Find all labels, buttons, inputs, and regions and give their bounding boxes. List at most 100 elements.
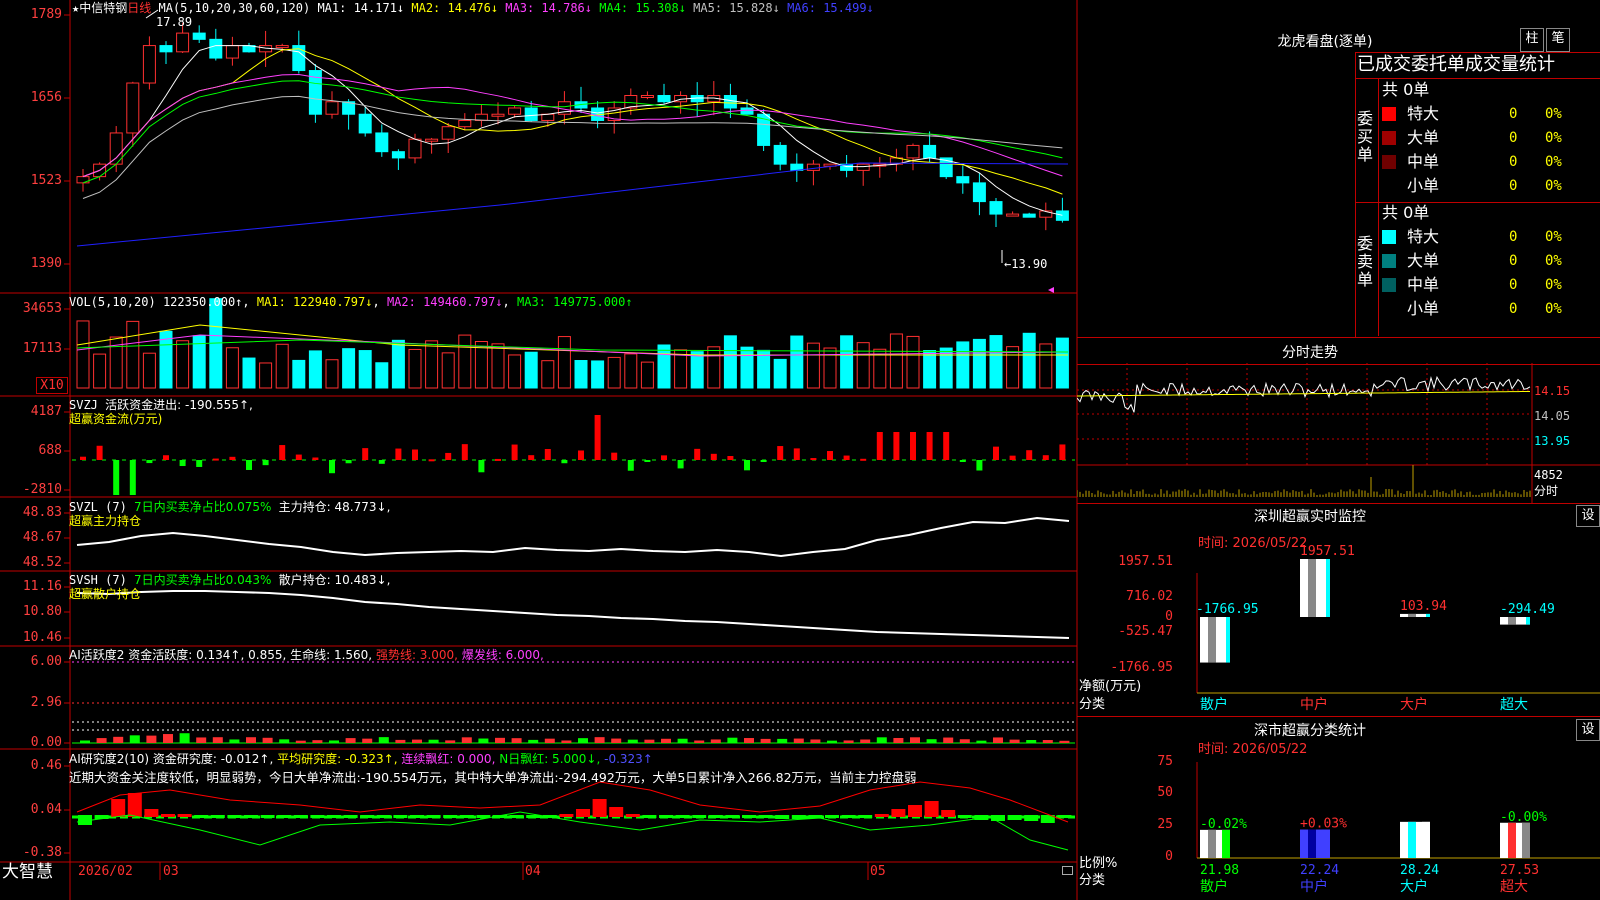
activity-bar <box>993 737 1003 743</box>
research-bar <box>376 815 391 818</box>
research-bar <box>360 815 375 818</box>
research-bar <box>161 814 175 817</box>
research-bar <box>227 815 242 818</box>
order-size-label: 特大 <box>1407 227 1440 246</box>
activity-bar <box>428 739 439 743</box>
volume-bar <box>259 362 273 389</box>
candle-body <box>906 144 920 159</box>
candle-body <box>325 101 339 115</box>
research-bar <box>841 815 856 818</box>
intraday-axis-3: 13.95 <box>1534 434 1571 448</box>
fund-bar <box>312 457 319 460</box>
activity-bar <box>113 736 124 743</box>
research-bar <box>858 815 873 818</box>
price-low-label: ←13.90 <box>1004 257 1048 271</box>
volume-bar <box>757 349 771 389</box>
brand-logo[interactable]: 大智慧 <box>2 862 53 882</box>
monitor-bar <box>1400 613 1430 617</box>
stock-name[interactable]: 中信特钢 <box>79 1 127 15</box>
activity-bar <box>262 737 273 743</box>
legend-swatch <box>1382 107 1396 121</box>
activity-bar <box>694 740 705 743</box>
research-bar <box>459 815 474 818</box>
classify-category: 中户 <box>1300 879 1328 895</box>
tick-mode-button[interactable]: 笔 <box>1546 28 1570 52</box>
vol-unit[interactable]: X10 <box>36 377 68 394</box>
fund-bar <box>876 432 883 460</box>
svzl-header: SVZL (7) 7日内买卖净占比0.075% 主力持仓: 48.773↓, <box>69 500 391 514</box>
classify-category: 大户 <box>1400 879 1428 895</box>
order-amount: 0 <box>1509 277 1518 293</box>
candle-body <box>956 176 970 184</box>
research-bar <box>908 805 922 817</box>
activity-bar <box>910 737 920 743</box>
date-3: 04 <box>525 864 541 879</box>
ma-line <box>76 162 1069 247</box>
volume-bar <box>408 348 422 389</box>
order-size-label: 中单 <box>1407 275 1440 294</box>
candle-body <box>491 113 505 117</box>
intraday-axis-2: 14.05 <box>1534 409 1571 423</box>
research-bar <box>692 815 707 818</box>
rs-axis-2: 0.04 <box>30 802 62 817</box>
research-bar <box>891 809 906 817</box>
research-bar <box>775 815 790 819</box>
candle-body <box>225 45 239 59</box>
candle-body <box>375 132 389 153</box>
order-amount: 0 <box>1509 154 1518 170</box>
activity-bar <box>461 737 472 743</box>
activity-bar <box>710 739 721 743</box>
volume-bar <box>142 352 156 389</box>
research-bar <box>177 814 192 817</box>
svsh-axis-3: 10.46 <box>22 630 62 645</box>
ma-item-3: MA3: 14.786↓ <box>498 1 592 15</box>
volume-bar <box>574 360 588 389</box>
legend-swatch <box>1382 131 1396 145</box>
activity-bar <box>362 738 373 743</box>
fund-bar <box>329 460 335 474</box>
ai-active-header: AI活跃度2 资金活跃度: 0.134↑, 0.855, 生命线: 1.560,… <box>69 648 544 662</box>
bar-mode-button[interactable]: 柱 <box>1520 28 1544 52</box>
fund-bar <box>760 460 767 462</box>
fund-bar <box>594 415 601 460</box>
price-header: ★中信特钢日线 MA(5,10,20,30,60,120) MA1: 14.17… <box>72 1 874 15</box>
classify-ylabel: 比例% <box>1079 856 1118 871</box>
lock-icon[interactable] <box>1062 866 1073 875</box>
volume-bar <box>425 340 439 389</box>
fund-bar <box>295 454 302 460</box>
candle-body <box>275 45 289 49</box>
research-bar <box>327 815 341 818</box>
svzj-subtitle: 超赢资金流(万元) <box>69 412 163 426</box>
candle-body <box>856 163 870 171</box>
research-bar <box>410 815 424 818</box>
fund-bar <box>694 448 701 460</box>
order-percent: 0% <box>1545 277 1562 293</box>
order-amount: 0 <box>1509 301 1518 317</box>
classify-top-label: -0.02% <box>1200 817 1247 832</box>
volume-bar <box>939 347 953 389</box>
date-2: 03 <box>163 864 179 879</box>
candle-body <box>640 95 654 99</box>
monitor-chart: -1766.95 1957.51 103.94 -294.49 <box>1196 544 1600 694</box>
classify-value-label: 28.24 <box>1400 863 1439 878</box>
fund-bar <box>495 458 501 461</box>
order-amount: 0 <box>1509 106 1518 122</box>
price-candles <box>76 22 1069 231</box>
fund-bar <box>727 456 734 460</box>
period-label[interactable]: 日线 <box>127 1 151 15</box>
research-bar <box>277 815 292 818</box>
research-bar <box>194 815 209 818</box>
buy-side-label: 委买单 <box>1357 109 1374 164</box>
activity-bar <box>229 739 240 743</box>
research-bar <box>725 815 740 818</box>
volume-bar <box>275 343 289 389</box>
volume-bar <box>1022 332 1036 389</box>
order-percent: 0% <box>1545 253 1562 269</box>
order-size-label: 小单 <box>1407 299 1440 318</box>
candle-body <box>425 138 439 142</box>
ai-research-bars <box>76 781 1072 851</box>
research-bar <box>293 815 308 818</box>
activity-bar <box>295 740 306 743</box>
svzj-axis-3: -2810 <box>22 482 62 497</box>
fund-bar <box>196 460 203 467</box>
